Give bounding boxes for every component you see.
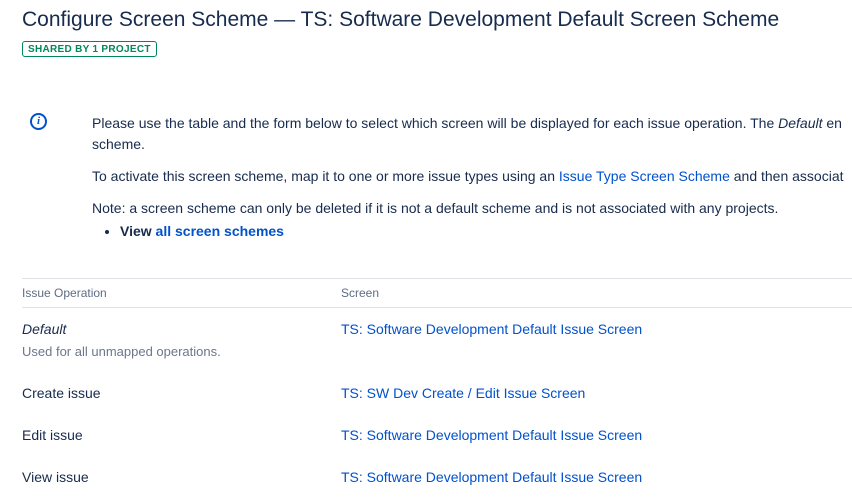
info-p1-after: en [822,115,842,131]
all-screen-schemes-link[interactable]: all screen schemes [156,223,284,239]
info-icon: i [30,113,47,130]
operation-name: Create issue [22,385,101,401]
info-p1-before: Please use the table and the form below … [92,115,779,131]
info-p1-default-em: Default [778,115,823,131]
shared-by-projects-badge[interactable]: SHARED BY 1 PROJECT [22,41,157,57]
screen-link[interactable]: TS: Software Development Default Issue S… [341,427,642,443]
column-header-issue-operation: Issue Operation [22,278,341,308]
screen-scheme-table: Issue Operation Screen Default Used for … [22,278,852,498]
view-label: View [120,223,152,239]
info-paragraph-1: Please use the table and the form below … [92,113,844,155]
info-p2-after: and then associat [729,168,844,184]
column-header-screen: Screen [341,278,852,308]
screen-link[interactable]: TS: Software Development Default Issue S… [341,321,642,337]
operation-description: Used for all unmapped operations. [22,344,221,359]
page-title: Configure Screen Scheme — TS: Software D… [22,8,780,31]
issue-type-screen-scheme-link[interactable]: Issue Type Screen Scheme [559,168,730,184]
configure-screen-scheme-page: Configure Screen Scheme — TS: Software D… [0,0,852,498]
info-p2-before: To activate this screen scheme, map it t… [92,168,559,184]
info-text: Please use the table and the form below … [92,113,844,242]
table-row: View issue TS: Software Development Defa… [22,456,852,498]
operation-name: Edit issue [22,427,83,443]
info-bullet-list: View all screen schemes [120,221,844,242]
table-row: Create issue TS: SW Dev Create / Edit Is… [22,372,852,414]
info-message: i Please use the table and the form belo… [22,113,852,242]
operation-name: View issue [22,469,89,485]
table-row: Default Used for all unmapped operations… [22,308,852,373]
info-paragraph-2: To activate this screen scheme, map it t… [92,166,844,187]
info-p1-line2: scheme. [92,136,145,152]
screen-link[interactable]: TS: Software Development Default Issue S… [341,469,642,485]
screen-link[interactable]: TS: SW Dev Create / Edit Issue Screen [341,385,585,401]
table-header-row: Issue Operation Screen [22,278,852,308]
view-all-screen-schemes-item: View all screen schemes [120,221,844,242]
info-paragraph-3: Note: a screen scheme can only be delete… [92,200,779,216]
operation-name: Default [22,321,67,337]
table-row: Edit issue TS: Software Development Defa… [22,414,852,456]
